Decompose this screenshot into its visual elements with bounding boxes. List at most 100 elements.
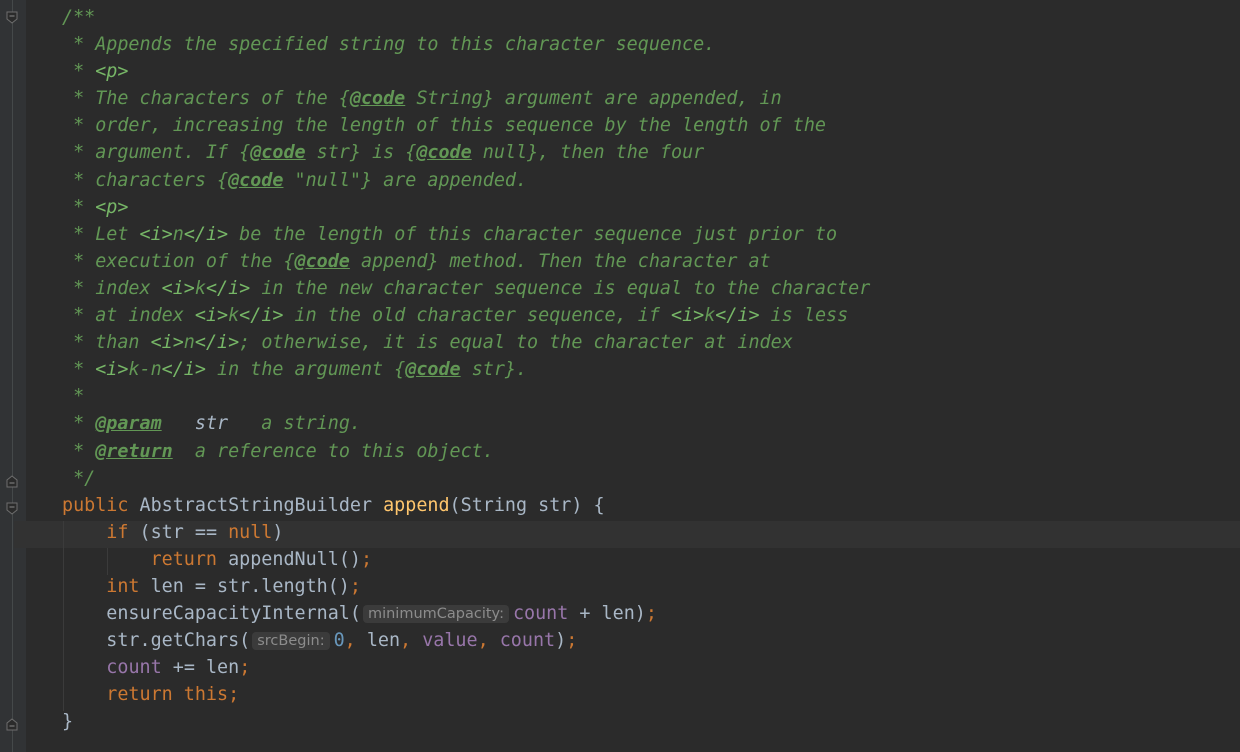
code-token: * (62, 61, 96, 83)
code-editor[interactable]: /** * Appends the specified string to th… (62, 4, 870, 736)
javadoc-line[interactable]: * @return a reference to this object. (62, 438, 870, 465)
javadoc-line[interactable]: * execution of the {@code append} method… (62, 248, 870, 275)
javadoc-line[interactable]: * (62, 383, 870, 410)
code-line[interactable]: public AbstractStringBuilder append(Stri… (62, 492, 870, 519)
code-token: ; otherwise, it is equal to the characte… (239, 332, 793, 354)
code-line[interactable]: return this; (62, 681, 870, 708)
code-token: in the new character sequence is equal t… (250, 277, 871, 299)
code-token: is less (759, 305, 849, 327)
code-token: * Appends the specified string to this c… (62, 34, 716, 56)
code-line[interactable]: int len = str.length(); (62, 573, 870, 600)
code-token: public (62, 494, 140, 516)
javadoc-line[interactable]: /** (62, 4, 870, 31)
code-token: ; (239, 657, 251, 679)
code-token: </i> (205, 277, 251, 299)
code-token: len (366, 630, 401, 652)
editor-gutter[interactable] (0, 0, 26, 752)
javadoc-line[interactable]: * <i>k-n</i> in the argument {@code str}… (62, 356, 870, 383)
code-token: ; (360, 548, 373, 570)
code-token: return this; (62, 684, 240, 706)
code-token: 0 (333, 630, 345, 652)
code-token: ; (566, 630, 578, 652)
code-token: * Let (62, 223, 140, 245)
code-token: * (62, 196, 96, 218)
code-token: ) (272, 521, 284, 543)
javadoc-line[interactable]: * <p> (62, 194, 870, 221)
code-token: * index (62, 277, 162, 299)
javadoc-line[interactable]: * @param str a string. (62, 410, 870, 437)
javadoc-line[interactable]: * <p> (62, 58, 870, 85)
javadoc-line[interactable]: * Let <i>n</i> be the length of this cha… (62, 221, 870, 248)
code-token: ; (645, 603, 657, 625)
code-token: return (62, 548, 229, 570)
code-token: ensureCapacityInternal( (62, 603, 361, 625)
code-token: str}. (460, 359, 528, 381)
code-token: ; (349, 575, 361, 597)
code-token: k (228, 305, 240, 327)
code-token: * argument. If { (62, 142, 251, 164)
javadoc-line[interactable]: * argument. If {@code str} is {@code nul… (62, 139, 870, 166)
code-token: (str == (139, 521, 229, 543)
code-token: a reference to this object. (172, 440, 494, 462)
code-token: append (383, 494, 450, 516)
code-token: /** (62, 7, 96, 28)
code-token: * (62, 386, 85, 408)
code-token: </i> (715, 305, 760, 327)
code-line[interactable]: ensureCapacityInternal(minimumCapacity: c… (62, 600, 870, 627)
code-token: k (194, 277, 206, 299)
code-token: be the length of this character sequence… (228, 223, 838, 245)
code-token: , (477, 630, 500, 652)
code-token: , (344, 630, 367, 652)
code-token: @code (294, 250, 350, 272)
code-token: count (512, 603, 569, 625)
fold-end-icon[interactable] (6, 475, 18, 488)
code-token: <p> (95, 196, 129, 218)
fold-end-icon[interactable] (6, 718, 18, 731)
code-token: @return (95, 440, 173, 462)
javadoc-line[interactable]: * order, increasing the length of this s… (62, 112, 870, 139)
code-line[interactable]: if (str == null) (62, 519, 870, 546)
code-token: a string. (228, 413, 361, 435)
javadoc-line[interactable]: * index <i>k</i> in the new character se… (62, 275, 870, 302)
code-token: null (228, 521, 273, 543)
parameter-hint: srcBegin: (252, 632, 330, 651)
code-token: (String str) { (449, 494, 605, 516)
code-line[interactable]: str.getChars(srcBegin: 0, len, value, cou… (62, 627, 870, 654)
code-token: <i> (194, 305, 229, 327)
javadoc-line[interactable]: * than <i>n</i>; otherwise, it is equal … (62, 329, 870, 356)
code-token: } (62, 711, 74, 733)
javadoc-line[interactable]: * at index <i>k</i> in the old character… (62, 302, 870, 329)
code-token: appendNull() (228, 548, 361, 570)
code-line[interactable]: count += len; (62, 654, 870, 681)
code-token: * (62, 359, 96, 381)
javadoc-line[interactable]: * Appends the specified string to this c… (62, 31, 870, 58)
javadoc-line[interactable]: * characters {@code "null"} are appended… (62, 167, 870, 194)
code-token: in the old character sequence, if (283, 305, 671, 327)
code-line[interactable]: return appendNull(); (62, 546, 870, 573)
code-token: * than (62, 332, 151, 354)
parameter-hint: minimumCapacity: (362, 605, 509, 624)
code-token: in the argument { (205, 359, 406, 381)
code-token: + len) (568, 603, 646, 625)
code-token: </i> (194, 332, 240, 354)
code-token: * characters { (62, 169, 229, 191)
code-token: k-n (128, 359, 162, 381)
code-token: * (62, 413, 96, 435)
fold-start-icon[interactable] (6, 502, 18, 515)
javadoc-line[interactable]: * The characters of the {@code String} a… (62, 85, 870, 112)
code-token: * execution of the { (62, 250, 295, 272)
code-token: </i> (161, 359, 206, 381)
code-token: <i> (95, 359, 129, 381)
javadoc-line[interactable]: */ (62, 465, 870, 492)
code-token: AbstractStringBuilder (139, 494, 384, 516)
code-token: @code (349, 88, 406, 110)
code-token: @code (250, 142, 306, 164)
code-token: append} method. Then the character at (349, 250, 771, 272)
code-token: += len (161, 657, 240, 679)
code-token: */ (62, 467, 96, 489)
code-line[interactable]: } (62, 708, 870, 735)
code-token: @code (416, 142, 472, 164)
code-token: ) (555, 630, 567, 652)
fold-start-icon[interactable] (6, 11, 18, 24)
